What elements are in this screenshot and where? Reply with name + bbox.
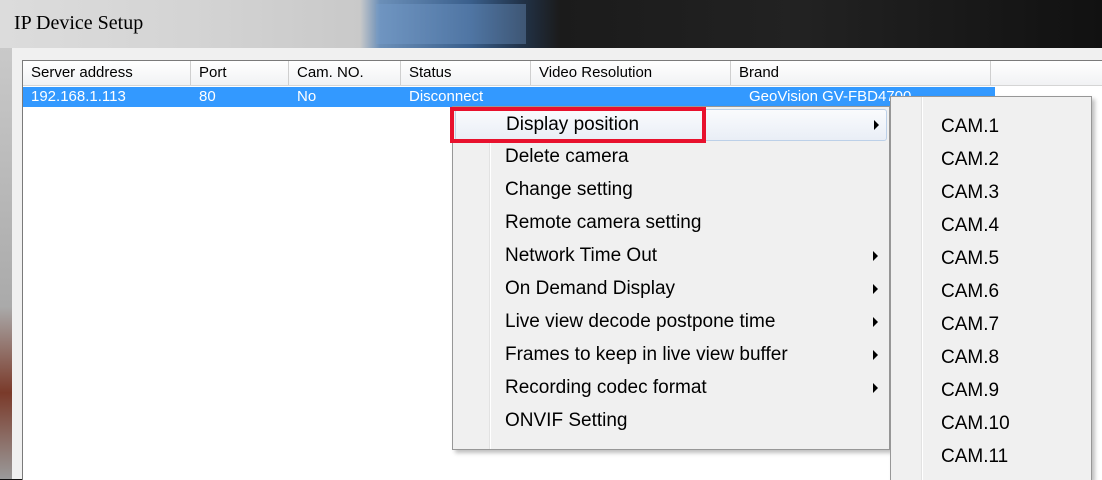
title-bar: IP Device Setup — [0, 0, 1102, 48]
red-highlight-annotation — [450, 107, 706, 143]
submenu-arrow-icon — [874, 120, 879, 130]
submenu-item-label: CAM.4 — [941, 215, 1000, 236]
menu-item-delete-camera[interactable]: Delete camera — [455, 142, 887, 174]
menu-item-change-setting[interactable]: Change setting — [455, 175, 887, 207]
list-header: Server address Port Cam. NO. Status Vide… — [23, 61, 1102, 86]
window-left-edge — [0, 48, 12, 479]
display-position-submenu: CAM.1 CAM.2 CAM.3 CAM.4 CAM.5 CAM.6 CAM.… — [890, 96, 1092, 480]
submenu-item-label: CAM.5 — [941, 248, 1000, 269]
menu-item-label: Change setting — [505, 179, 633, 200]
submenu-item-label: CAM.11 — [941, 446, 1009, 467]
submenu-item-cam-1[interactable]: CAM.1 — [893, 111, 1089, 143]
submenu-item-label: CAM.8 — [941, 347, 1000, 368]
context-menu: Display position Delete camera Change se… — [452, 106, 890, 450]
column-header-server-address[interactable]: Server address — [23, 61, 191, 85]
menu-item-label: On Demand Display — [505, 278, 676, 299]
menu-item-label: Recording codec format — [505, 377, 707, 398]
menu-item-live-view-decode-postpone-time[interactable]: Live view decode postpone time — [455, 307, 887, 339]
cell-status: Disconnect — [409, 88, 484, 105]
submenu-item-cam-6[interactable]: CAM.6 — [893, 276, 1089, 308]
cell-server-address: 192.168.1.113 — [31, 88, 126, 105]
submenu-item-cam-5[interactable]: CAM.5 — [893, 243, 1089, 275]
menu-item-label: Remote camera setting — [505, 212, 702, 233]
submenu-item-label: CAM.10 — [941, 413, 1010, 434]
cell-video-resolution — [531, 87, 731, 107]
submenu-item-cam-11[interactable]: CAM.11 — [893, 441, 1089, 473]
menu-item-remote-camera-setting[interactable]: Remote camera setting — [455, 208, 887, 240]
menu-item-label: Delete camera — [505, 146, 629, 167]
menu-item-label: Network Time Out — [505, 245, 658, 266]
menu-item-label: Frames to keep in live view buffer — [505, 344, 788, 365]
submenu-item-label: CAM.7 — [941, 314, 1000, 335]
submenu-item-label: CAM.1 — [941, 116, 1000, 137]
submenu-arrow-icon — [873, 317, 878, 327]
menu-item-label: ONVIF Setting — [505, 410, 628, 431]
submenu-item-cam-2[interactable]: CAM.2 — [893, 144, 1089, 176]
submenu-item-cam-10[interactable]: CAM.10 — [893, 408, 1089, 440]
submenu-arrow-icon — [873, 350, 878, 360]
submenu-item-cam-7[interactable]: CAM.7 — [893, 309, 1089, 341]
submenu-item-cam-9[interactable]: CAM.9 — [893, 375, 1089, 407]
submenu-item-label: CAM.2 — [941, 149, 1000, 170]
cell-port: 80 — [199, 88, 216, 105]
submenu-arrow-icon — [873, 251, 878, 261]
column-header-video-resolution[interactable]: Video Resolution — [531, 61, 731, 85]
submenu-item-label: CAM.9 — [941, 380, 1000, 401]
title-bar-glow — [376, 4, 526, 44]
menu-item-on-demand-display[interactable]: On Demand Display — [455, 274, 887, 306]
column-header-cam-no[interactable]: Cam. NO. — [289, 61, 401, 85]
submenu-item-cam-4[interactable]: CAM.4 — [893, 210, 1089, 242]
menu-item-network-time-out[interactable]: Network Time Out — [455, 241, 887, 273]
menu-item-recording-codec-format[interactable]: Recording codec format — [455, 373, 887, 405]
submenu-item-label: CAM.3 — [941, 182, 1000, 203]
cell-cam-no: No — [297, 88, 317, 105]
window-title: IP Device Setup — [14, 12, 144, 34]
column-header-brand[interactable]: Brand — [731, 61, 991, 85]
menu-item-label: Live view decode postpone time — [505, 311, 776, 332]
submenu-item-cam-8[interactable]: CAM.8 — [893, 342, 1089, 374]
column-header-status[interactable]: Status — [401, 61, 531, 85]
column-header-port[interactable]: Port — [191, 61, 289, 85]
submenu-arrow-icon — [873, 284, 878, 294]
menu-item-frames-to-keep-in-live-view-buffer[interactable]: Frames to keep in live view buffer — [455, 340, 887, 372]
submenu-arrow-icon — [873, 383, 878, 393]
menu-item-onvif-setting[interactable]: ONVIF Setting — [455, 406, 887, 438]
submenu-item-label: CAM.6 — [941, 281, 1000, 302]
submenu-item-cam-3[interactable]: CAM.3 — [893, 177, 1089, 209]
table-row[interactable]: 192.168.1.113 80 No Disconnect GeoVision… — [23, 87, 995, 107]
